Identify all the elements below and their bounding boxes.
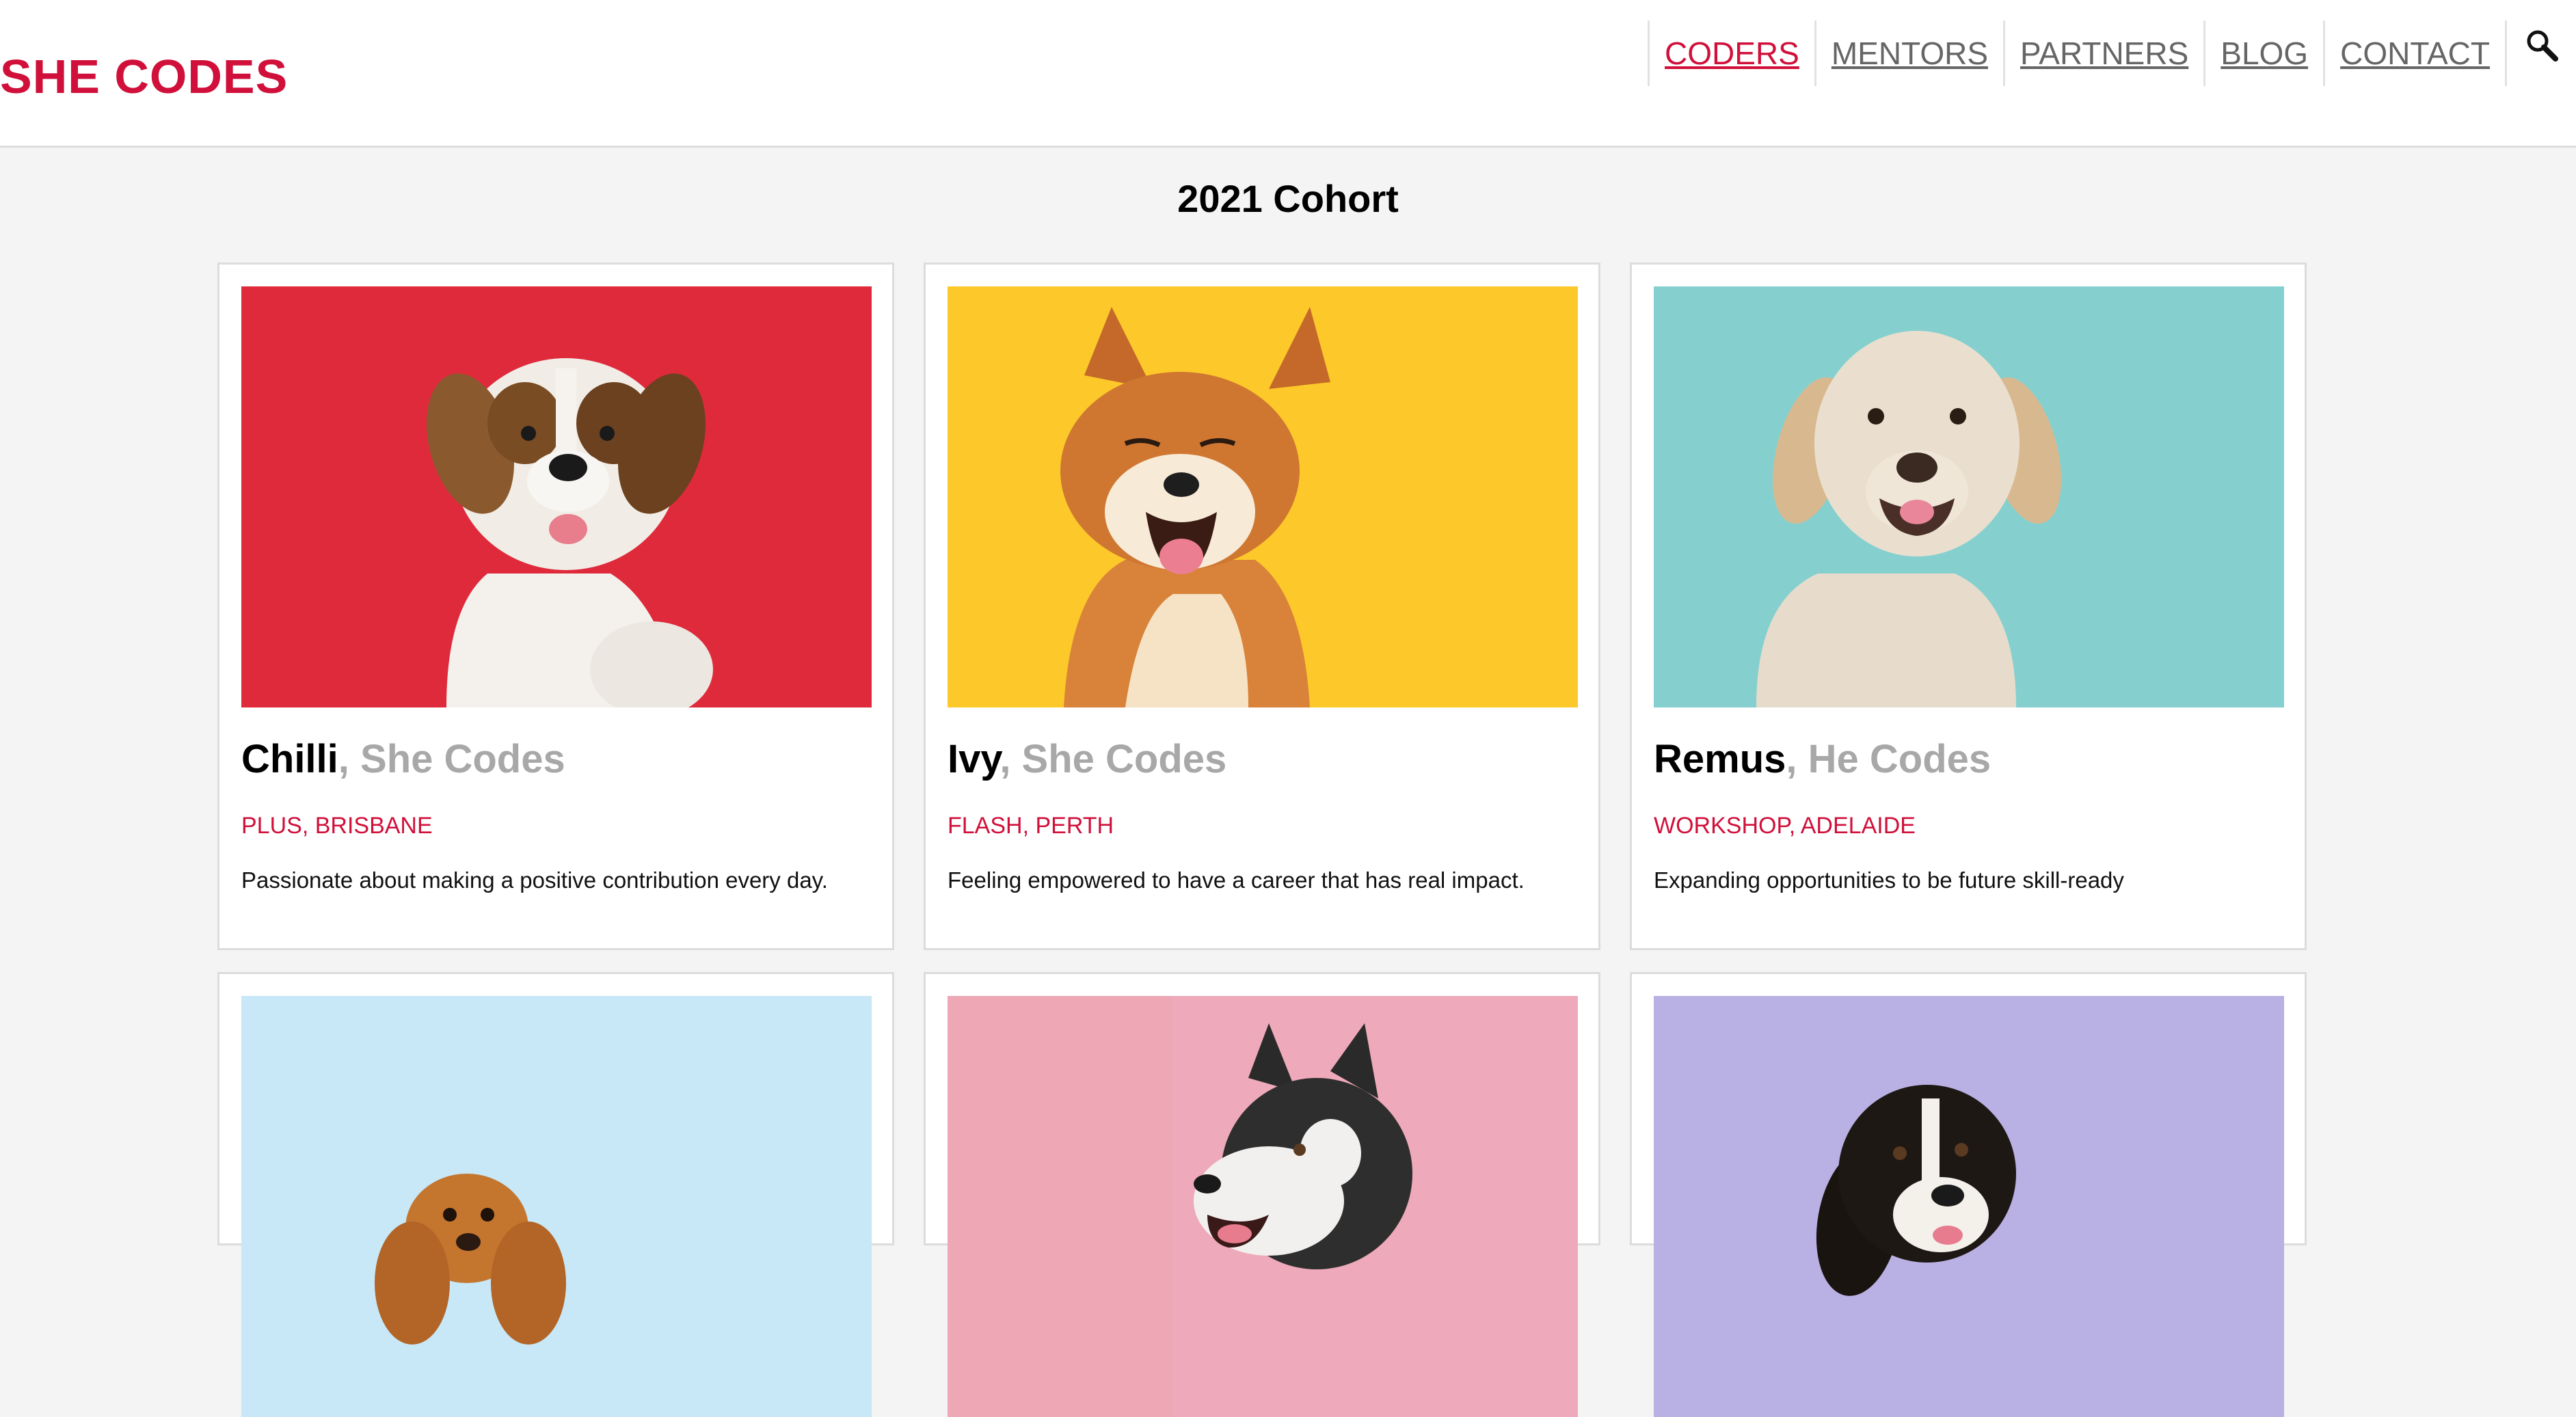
coder-quote: Expanding opportunities to be future ski… [1654, 867, 2124, 893]
page-title: 2021 Cohort [1177, 177, 1399, 220]
coder-name: Ivy, She Codes [948, 736, 1226, 782]
coder-quote: Passionate about making a positive contr… [241, 867, 828, 893]
search-button[interactable] [2505, 21, 2576, 86]
main-nav: CODERS MENTORS PARTNERS BLOG CONTACT [1648, 21, 2576, 86]
coder-name: Chilli, She Codes [241, 736, 565, 782]
coder-name: Remus, He Codes [1654, 736, 1991, 782]
coder-org: , He Codes [1786, 737, 1991, 781]
nav-blog[interactable]: BLOG [2203, 21, 2323, 86]
coder-quote: Feeling empowered to have a career that … [948, 867, 1525, 893]
coder-card[interactable] [924, 972, 1600, 1417]
nav-partners[interactable]: PARTNERS [2003, 21, 2203, 86]
coder-org: , She Codes [338, 737, 565, 781]
dog-photo [241, 996, 872, 1417]
coder-card[interactable] [1630, 972, 2307, 1417]
coder-card[interactable] [217, 972, 894, 1417]
coder-first-name: Ivy [948, 737, 1000, 781]
coder-card[interactable]: Ivy, She Codes FLASH, PERTH Feeling empo… [924, 262, 1600, 950]
dog-photo [241, 286, 872, 707]
coder-first-name: Chilli [241, 737, 338, 781]
coder-first-name: Remus [1654, 737, 1786, 781]
site-logo[interactable]: SHE CODES [0, 49, 288, 104]
coder-card[interactable]: Remus, He Codes WORKSHOP, ADELAIDE Expan… [1630, 262, 2307, 950]
coder-program: PLUS, BRISBANE [241, 813, 433, 839]
search-icon [2527, 30, 2558, 62]
coder-card[interactable]: Chilli, She Codes PLUS, BRISBANE Passion… [217, 262, 894, 950]
coder-program: WORKSHOP, ADELAIDE [1654, 813, 1916, 839]
coder-org: , She Codes [999, 737, 1227, 781]
nav-coders[interactable]: CODERS [1648, 21, 1814, 86]
dog-photo [1654, 996, 2284, 1417]
dog-photo [1654, 286, 2284, 707]
nav-contact[interactable]: CONTACT [2323, 21, 2505, 86]
coder-program: FLASH, PERTH [948, 813, 1114, 839]
dog-photo [948, 286, 1578, 707]
dog-photo [948, 996, 1578, 1417]
site-header: SHE CODES CODERS MENTORS PARTNERS BLOG C… [0, 0, 2576, 148]
nav-mentors[interactable]: MENTORS [1814, 21, 2003, 86]
